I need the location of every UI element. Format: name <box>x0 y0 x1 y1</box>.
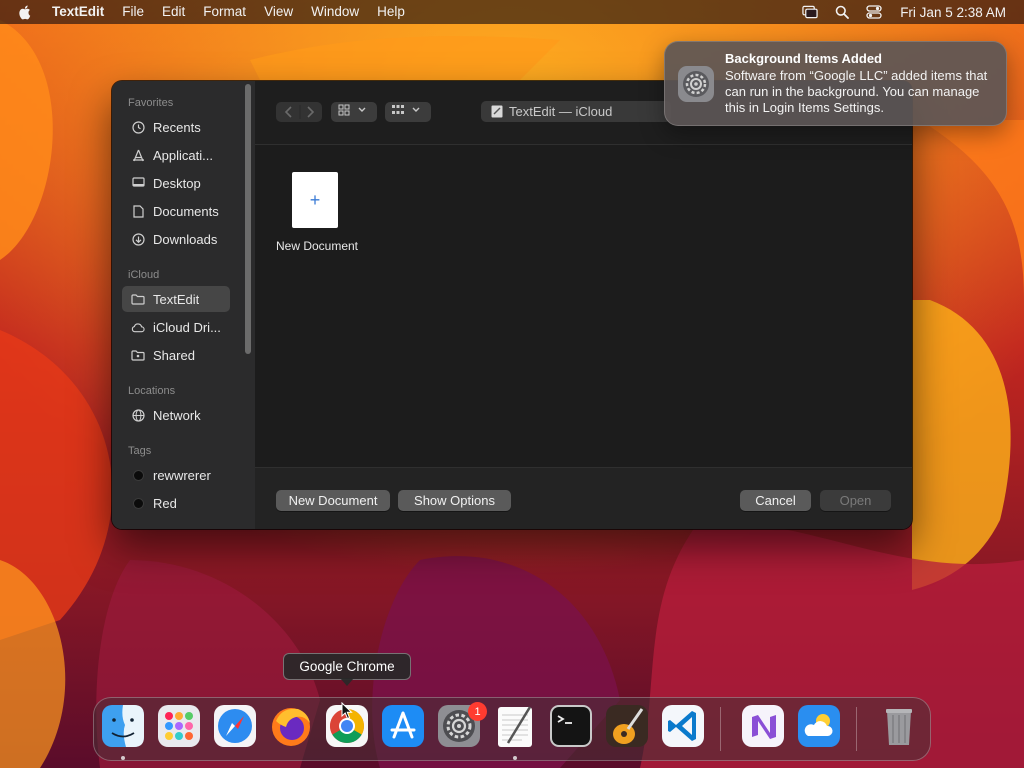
tag-dot-icon <box>131 468 145 482</box>
sidebar-item-documents[interactable]: Documents <box>122 198 230 224</box>
sidebar-item-recents[interactable]: Recents <box>122 114 230 140</box>
grid-view-icon <box>337 103 371 121</box>
group-by-button[interactable] <box>385 102 431 122</box>
sidebar-item-label: Applicati... <box>153 147 213 163</box>
dialog-bottom-bar: New Document Show Options Cancel Open <box>255 467 912 529</box>
dock-separator <box>720 707 721 751</box>
apple-menu-icon[interactable] <box>18 4 34 20</box>
sidebar-item-label: Documents <box>153 203 219 219</box>
menu-bar: TextEdit File Edit Format View Window He… <box>0 0 1024 24</box>
menu-help[interactable]: Help <box>368 0 414 24</box>
menu-bar-clock[interactable]: Fri Jan 5 2:38 AM <box>900 5 1006 20</box>
sidebar-item-label: iCloud Dri... <box>153 319 221 335</box>
menu-format[interactable]: Format <box>194 0 255 24</box>
dialog-sidebar: Favorites Recents Applicati... Desktop D… <box>112 81 255 529</box>
notification-banner[interactable]: Background Items Added Software from “Go… <box>664 41 1007 126</box>
dock-garageband-icon[interactable] <box>604 703 650 749</box>
sidebar-item-shared[interactable]: Shared <box>122 342 230 368</box>
cancel-button[interactable]: Cancel <box>740 490 811 511</box>
group-icon <box>391 103 425 121</box>
menu-window[interactable]: Window <box>302 0 368 24</box>
sidebar-tag-rewwrerer[interactable]: rewwrerer <box>122 462 230 488</box>
menu-file[interactable]: File <box>113 0 153 24</box>
dock <box>93 697 931 761</box>
dock-app-store-icon[interactable] <box>380 703 426 749</box>
dock-safari-icon[interactable] <box>212 703 258 749</box>
location-popup[interactable]: TextEdit — iCloud <box>481 101 671 122</box>
document-icon <box>131 204 145 218</box>
menu-edit[interactable]: Edit <box>153 0 194 24</box>
sidebar-item-icloud-drive[interactable]: iCloud Dri... <box>122 314 230 340</box>
sidebar-section-tags: Tags <box>128 445 152 457</box>
sidebar-item-applications[interactable]: Applicati... <box>122 142 230 168</box>
file-browser: + New Document <box>255 145 912 467</box>
dock-trash-icon[interactable] <box>876 703 922 749</box>
sidebar-tag-red[interactable]: Red <box>122 490 230 516</box>
dock-separator <box>856 707 857 751</box>
dock-weather-icon[interactable] <box>796 703 842 749</box>
dock-terminal-icon[interactable] <box>548 703 594 749</box>
open-button[interactable]: Open <box>820 490 891 511</box>
notification-body: Software from “Google LLC” added items t… <box>725 68 988 115</box>
dock-firefox-icon[interactable] <box>268 703 314 749</box>
new-document-icon: + <box>292 172 338 228</box>
network-icon <box>131 408 145 422</box>
applications-icon <box>131 148 145 162</box>
file-item-label: New Document <box>275 239 359 253</box>
location-popup-label: TextEdit — iCloud <box>509 104 613 119</box>
dock-textedit-icon[interactable] <box>492 703 538 749</box>
notification-badge: 1 <box>468 702 487 721</box>
sidebar-item-textedit[interactable]: TextEdit <box>122 286 230 312</box>
shared-folder-icon <box>131 348 145 362</box>
running-indicator <box>513 756 517 760</box>
sidebar-scrollbar[interactable] <box>245 84 251 354</box>
mouse-cursor-icon <box>341 702 353 720</box>
back-forward-buttons[interactable] <box>276 102 322 122</box>
folder-icon <box>131 292 145 306</box>
download-icon <box>131 232 145 246</box>
tag-dot-icon <box>131 496 145 510</box>
sidebar-item-label: Desktop <box>153 175 201 191</box>
new-document-button[interactable]: New Document <box>276 490 390 511</box>
tooltip-arrow <box>340 678 354 686</box>
show-options-button[interactable]: Show Options <box>398 490 511 511</box>
cloud-icon <box>131 320 145 334</box>
sidebar-item-network[interactable]: Network <box>122 402 230 428</box>
sidebar-section-locations: Locations <box>128 385 176 397</box>
sidebar-section-icloud: iCloud <box>128 269 160 281</box>
search-icon[interactable] <box>834 4 850 20</box>
dock-launchpad-icon[interactable] <box>156 703 202 749</box>
sidebar-section-favorites: Favorites <box>128 97 174 109</box>
dock-tooltip: Google Chrome <box>283 653 411 680</box>
running-indicator <box>121 756 125 760</box>
sidebar-item-label: Recents <box>153 119 201 135</box>
screen-mirroring-icon[interactable] <box>802 4 818 20</box>
file-item-new-document[interactable]: + New Document <box>255 145 379 265</box>
menu-view[interactable]: View <box>255 0 302 24</box>
sidebar-item-downloads[interactable]: Downloads <box>122 226 230 252</box>
textedit-doc-icon <box>491 105 503 118</box>
desktop-icon <box>131 176 145 190</box>
open-file-dialog: Favorites Recents Applicati... Desktop D… <box>112 81 912 529</box>
dock-vscode-icon[interactable] <box>660 703 706 749</box>
sidebar-item-label: Red <box>153 495 177 511</box>
sidebar-item-label: Downloads <box>153 231 218 247</box>
system-settings-icon <box>677 65 715 103</box>
notification-title: Background Items Added <box>725 51 882 66</box>
control-center-icon[interactable] <box>866 4 882 20</box>
sidebar-item-label: Shared <box>153 347 195 363</box>
view-mode-button[interactable] <box>331 102 377 122</box>
sidebar-item-label: TextEdit <box>153 291 200 307</box>
dock-visual-studio-icon[interactable] <box>740 703 786 749</box>
sidebar-item-label: rewwrerer <box>153 467 211 483</box>
dock-finder-icon[interactable] <box>100 703 146 749</box>
menu-app-name[interactable]: TextEdit <box>44 0 113 24</box>
clock-icon <box>131 120 145 134</box>
sidebar-item-desktop[interactable]: Desktop <box>122 170 230 196</box>
sidebar-item-label: Network <box>153 407 201 423</box>
